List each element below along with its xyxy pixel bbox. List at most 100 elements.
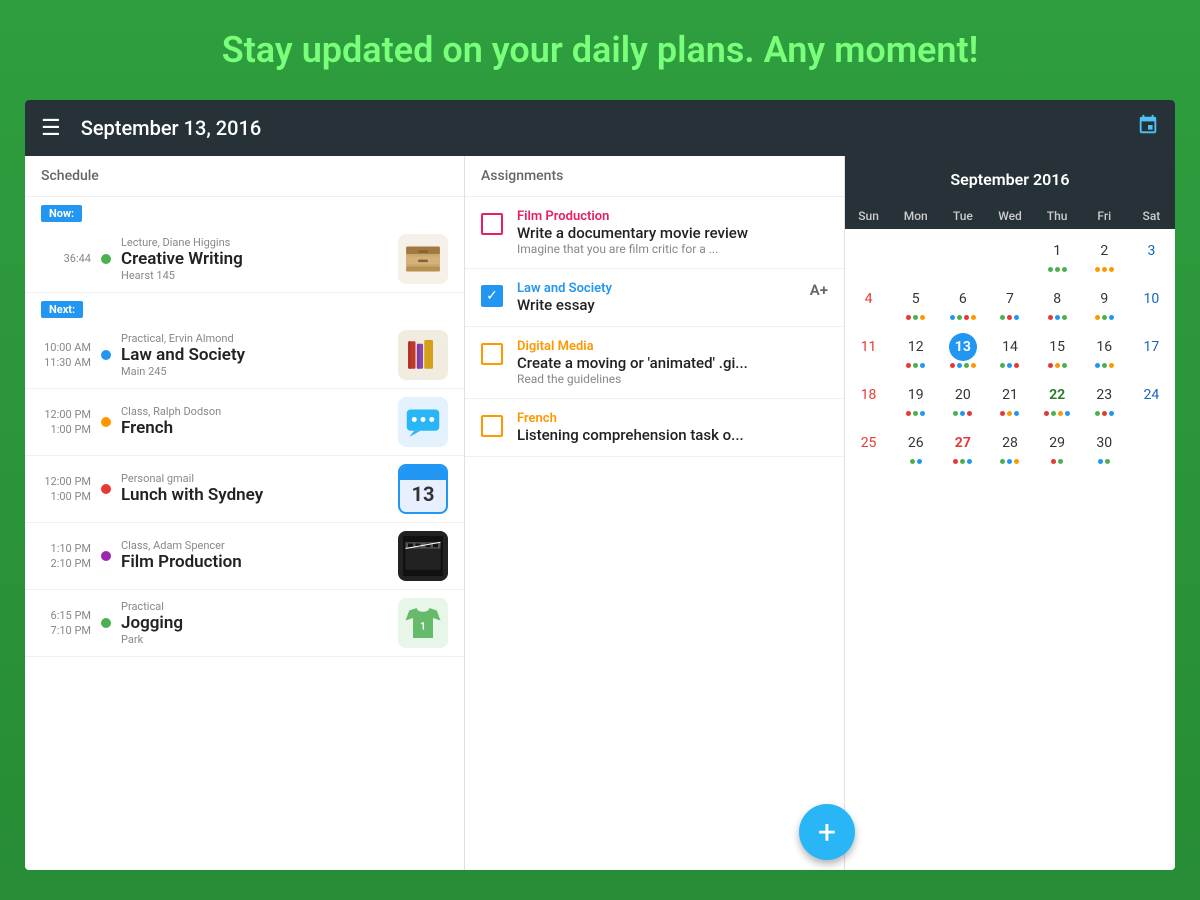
schedule-info: Practical Jogging Park xyxy=(121,600,398,646)
schedule-dot xyxy=(101,484,111,494)
calendar-week: 11 12 131415 16 17 xyxy=(845,329,1175,377)
list-item[interactable]: 1:10 PM 2:10 PM Class, Adam Spencer Film… xyxy=(25,523,464,590)
calendar-dot xyxy=(1058,459,1063,464)
calendar-cell[interactable]: 14 xyxy=(986,329,1033,377)
calendar-dot xyxy=(1048,315,1053,320)
calendar-dots xyxy=(1095,411,1114,416)
toolbar-title: September 13, 2016 xyxy=(81,116,1137,140)
calendar-cell[interactable]: 16 xyxy=(1081,329,1128,377)
calendar-dot xyxy=(1095,267,1100,272)
calendar-dot xyxy=(1014,459,1019,464)
calendar-date: 27 xyxy=(949,429,977,457)
calendar-cell[interactable]: 24 xyxy=(1128,377,1175,425)
calendar-cell[interactable]: 11 xyxy=(845,329,892,377)
calendar-cell[interactable]: 6 xyxy=(939,281,986,329)
calendar-cell[interactable]: 12 xyxy=(892,329,939,377)
calendar-cell[interactable]: 19 xyxy=(892,377,939,425)
fab-button[interactable]: + xyxy=(799,804,855,860)
calendar-cell[interactable]: 15 xyxy=(1034,329,1081,377)
calendar-dot xyxy=(917,459,922,464)
calendar-dot xyxy=(1109,267,1114,272)
calendar-panel: September 2016 Sun Mon Tue Wed Thu Fri S… xyxy=(845,156,1175,870)
calendar-dot xyxy=(920,411,925,416)
calendar-cell[interactable]: 21 xyxy=(986,377,1033,425)
list-item[interactable]: 12:00 PM 1:00 PM Class, Ralph Dodson Fre… xyxy=(25,389,464,456)
calendar-date: 12 xyxy=(902,333,930,361)
calendar-dot xyxy=(920,363,925,368)
schedule-subtitle: Practical xyxy=(121,600,398,613)
calendar-date: 16 xyxy=(1090,333,1118,361)
calendar-dot xyxy=(910,459,915,464)
calendar-cell[interactable]: 10 xyxy=(1128,281,1175,329)
list-item[interactable]: French Listening comprehension task o... xyxy=(465,399,844,457)
assignment-checkbox[interactable] xyxy=(481,285,503,307)
assignment-category: Digital Media xyxy=(517,339,748,354)
assignment-checkbox[interactable] xyxy=(481,213,503,235)
calendar-cell[interactable]: 7 xyxy=(986,281,1033,329)
schedule-time: 10:00 AM 11:30 AM xyxy=(41,340,101,371)
assignment-details: French Listening comprehension task o... xyxy=(517,411,744,444)
calendar-cell[interactable]: 22 xyxy=(1034,377,1081,425)
calendar-cell[interactable]: 28 xyxy=(986,425,1033,473)
calendar-cell[interactable]: 25 xyxy=(845,425,892,473)
calendar-cell[interactable]: 23 xyxy=(1081,377,1128,425)
assignment-checkbox[interactable] xyxy=(481,415,503,437)
calendar-cell[interactable]: 9 xyxy=(1081,281,1128,329)
calendar-grid: Sun Mon Tue Wed Thu Fri Sat 123456789101… xyxy=(845,203,1175,477)
list-item[interactable]: Digital Media Create a moving or 'animat… xyxy=(465,327,844,399)
calendar-date: 7 xyxy=(996,285,1024,313)
calendar-cell[interactable]: 17 xyxy=(1128,329,1175,377)
list-item[interactable]: 36:44 Lecture, Diane Higgins Creative Wr… xyxy=(25,226,464,293)
schedule-time: 36:44 xyxy=(41,251,101,266)
calendar-dot xyxy=(964,363,969,368)
calendar-cell[interactable]: 4 xyxy=(845,281,892,329)
calendar-dot xyxy=(1007,315,1012,320)
menu-icon[interactable]: ☰ xyxy=(41,116,61,141)
calendar-dots xyxy=(906,411,925,416)
schedule-dot xyxy=(101,551,111,561)
calendar-dot xyxy=(1062,363,1067,368)
toolbar-calendar-icon[interactable] xyxy=(1137,114,1159,142)
calendar-dot xyxy=(920,315,925,320)
calendar-date xyxy=(1137,429,1165,457)
calendar-cell[interactable]: 2 xyxy=(1081,233,1128,281)
calendar-date: 23 xyxy=(1090,381,1118,409)
schedule-time: 12:00 PM 1:00 PM xyxy=(41,407,101,438)
list-item[interactable]: 12:00 PM 1:00 PM Personal gmail Lunch wi… xyxy=(25,456,464,523)
list-item[interactable]: 10:00 AM 11:30 AM Practical, Ervin Almon… xyxy=(25,322,464,389)
calendar-cell[interactable]: 30 xyxy=(1081,425,1128,473)
calendar-dot xyxy=(1048,363,1053,368)
calendar-date: 24 xyxy=(1137,381,1165,409)
calendar-cell[interactable]: 13 xyxy=(939,329,986,377)
schedule-name: Jogging xyxy=(121,613,398,633)
assignment-checkbox[interactable] xyxy=(481,343,503,365)
schedule-location: Park xyxy=(121,633,398,646)
calendar-dot xyxy=(913,363,918,368)
calendar-cell[interactable]: 18 xyxy=(845,377,892,425)
calendar-cell[interactable]: 27 xyxy=(939,425,986,473)
calendar-dot xyxy=(971,363,976,368)
schedule-time: 12:00 PM 1:00 PM xyxy=(41,474,101,505)
day-name-sat: Sat xyxy=(1128,203,1175,229)
calendar-date: 19 xyxy=(902,381,930,409)
calendar-weeks: 1234567891011121314151617181920212223242… xyxy=(845,229,1175,477)
calendar-dots xyxy=(953,459,972,464)
calendar-date xyxy=(996,237,1024,265)
calendar-cell[interactable]: 1 xyxy=(1034,233,1081,281)
calendar-cell[interactable]: 3 xyxy=(1128,233,1175,281)
calendar-dot xyxy=(1058,411,1063,416)
list-item[interactable]: Film Production Write a documentary movi… xyxy=(465,197,844,269)
schedule-panel: Schedule Now: 36:44 Lecture, Diane Higgi… xyxy=(25,156,465,870)
calendar-cell[interactable]: 20 xyxy=(939,377,986,425)
schedule-dot xyxy=(101,350,111,360)
calendar-cell[interactable]: 8 xyxy=(1034,281,1081,329)
calendar-date: 17 xyxy=(1137,333,1165,361)
list-item[interactable]: Law and Society Write essay A+ xyxy=(465,269,844,327)
calendar-cell[interactable]: 26 xyxy=(892,425,939,473)
calendar-dot xyxy=(1000,363,1005,368)
list-item[interactable]: 6:15 PM 7:10 PM Practical Jogging Park 1 xyxy=(25,590,464,657)
calendar-cell[interactable]: 29 xyxy=(1034,425,1081,473)
calendar-cell[interactable]: 5 xyxy=(892,281,939,329)
banner-white-text: Stay updated on your daily plans. xyxy=(222,29,755,71)
calendar-dot xyxy=(950,315,955,320)
